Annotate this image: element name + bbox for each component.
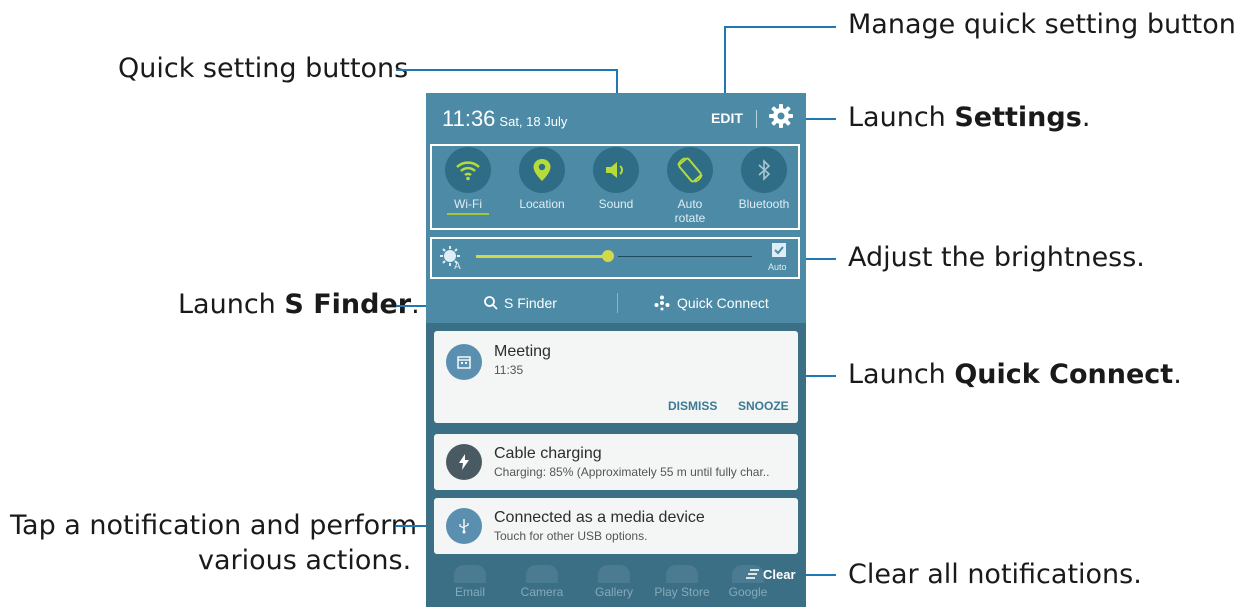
callout-launch-sfinder: Launch S Finder.: [178, 289, 420, 320]
quick-setting-label: Location: [519, 197, 565, 211]
quick-setting-wifi[interactable]: Wi-Fi: [431, 147, 505, 215]
leader-brightness: [806, 258, 836, 260]
leader-quick-settings-h: [396, 69, 618, 71]
notification-title: Connected as a media device: [494, 509, 705, 526]
quick-connect-label: Quick Connect: [677, 295, 769, 311]
app-play-store: Play Store: [652, 565, 712, 599]
auto-brightness-label: Auto: [768, 262, 787, 272]
quick-setting-sound[interactable]: Sound: [579, 147, 653, 211]
app-camera: Camera: [512, 565, 572, 599]
brightness-highlight: [430, 237, 800, 279]
settings-button[interactable]: [768, 103, 794, 129]
quick-setting-label: Bluetooth: [738, 197, 790, 211]
clock: 11:36 Sat, 18 July: [442, 106, 568, 131]
charging-icon: [446, 444, 482, 480]
callout-clear-all: Clear all notifications.: [848, 559, 1142, 590]
sound-icon: [606, 162, 623, 178]
notification-subtitle: Charging: 85% (Approximately 55 m until …: [494, 465, 770, 479]
quick-setting-label: Auto rotate: [674, 197, 706, 225]
snooze-button[interactable]: SNOOZE: [738, 399, 789, 413]
brightness-slider-thumb[interactable]: [602, 250, 614, 262]
quick-connect-button[interactable]: Quick Connect: [654, 295, 769, 311]
quick-connect-icon: [654, 295, 670, 311]
quick-setting-bluetooth[interactable]: Bluetooth: [727, 147, 801, 211]
callout-quick-setting-buttons: Quick setting buttons: [118, 53, 409, 84]
sfinder-label: S Finder: [504, 295, 557, 311]
brightness-fill: [476, 255, 608, 258]
checkmark-icon: [774, 246, 784, 255]
callout-tap-notification-line2: various actions.: [198, 545, 412, 576]
leader-manage-v: [724, 26, 726, 96]
notification-title: Meeting: [494, 343, 551, 360]
quick-setting-label: Wi-Fi: [454, 197, 482, 211]
gear-icon: [769, 104, 793, 128]
finder-bar: S Finder Quick Connect: [426, 283, 806, 323]
notification-subtitle: Touch for other USB options.: [494, 529, 648, 543]
notification-media-device[interactable]: Connected as a media device Touch for ot…: [434, 498, 798, 554]
notification-meeting[interactable]: Meeting 11:35 DISMISS SNOOZE: [434, 331, 798, 423]
notification-panel: 11:36 Sat, 18 July EDIT Wi-Fi Location S…: [426, 93, 806, 607]
callout-adjust-brightness: Adjust the brightness.: [848, 242, 1145, 273]
location-icon: [533, 159, 551, 181]
usb-icon: [446, 508, 482, 544]
svg-text:A: A: [454, 261, 461, 270]
notification-title: Cable charging: [494, 445, 602, 462]
edit-button[interactable]: EDIT: [711, 110, 743, 126]
callout-tap-notification-line1: Tap a notification and perform: [10, 510, 418, 541]
sfinder-button[interactable]: S Finder: [484, 295, 557, 311]
notification-cable-charging[interactable]: Cable charging Charging: 85% (Approximat…: [434, 434, 798, 490]
clear-label: Clear: [763, 567, 796, 582]
search-icon: [484, 296, 498, 310]
quick-setting-auto-rotate[interactable]: Auto rotate: [653, 147, 727, 225]
auto-rotate-icon: [677, 157, 703, 183]
clear-all-icon: [746, 569, 759, 579]
quick-setting-label: Sound: [598, 197, 634, 211]
date: Sat, 18 July: [499, 114, 568, 129]
wifi-network-indicator: [447, 213, 489, 215]
finder-divider: [617, 293, 618, 313]
notification-subtitle: 11:35: [494, 363, 524, 377]
callout-launch-settings: Launch Settings.: [848, 102, 1091, 133]
divider: [756, 110, 757, 128]
quick-setting-location[interactable]: Location: [505, 147, 579, 211]
callout-manage-quick-settings: Manage quick setting buttons.: [848, 9, 1234, 40]
leader-manage-h: [724, 26, 836, 28]
app-email: Email: [440, 565, 500, 599]
calendar-icon: [446, 344, 482, 380]
status-bar: 11:36 Sat, 18 July EDIT: [426, 93, 806, 143]
quick-settings-panel: Wi-Fi Location Sound Auto rotate Bluetoo…: [426, 143, 806, 233]
auto-brightness-checkbox[interactable]: [772, 243, 786, 257]
bluetooth-icon: [758, 159, 771, 181]
clear-button[interactable]: Clear: [746, 567, 796, 582]
brightness-auto-icon: A: [440, 246, 461, 270]
brightness-panel: A Auto: [426, 233, 806, 283]
dismiss-button[interactable]: DISMISS: [668, 399, 717, 413]
wifi-icon: [456, 161, 480, 181]
brightness-track: [618, 256, 752, 257]
app-gallery: Gallery: [584, 565, 644, 599]
callout-launch-quick-connect: Launch Quick Connect.: [848, 359, 1182, 390]
